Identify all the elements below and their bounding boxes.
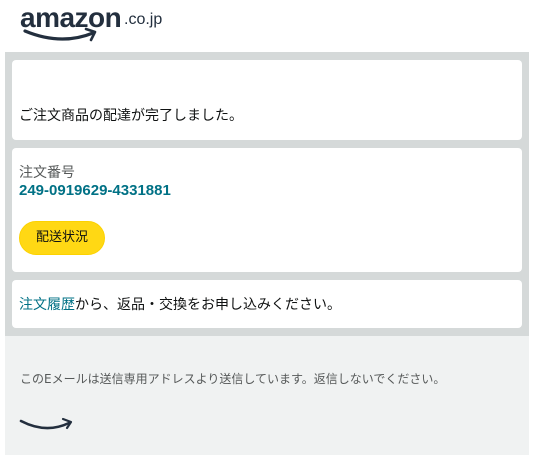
delivery-status-button[interactable]: 配送状況 [19,221,105,255]
header: amazon .co.jp [0,0,536,52]
no-reply-notice: このEメールは送信専用アドレスより送信しています。返信しないでください。 [20,372,446,386]
logo-domain-suffix: .co.jp [124,11,163,28]
order-number-label: 注文番号 [19,165,75,181]
amazon-smile-arrow-icon [23,27,97,42]
content-area: ご注文商品の配達が完了しました。 注文番号 249-0919629-433188… [5,52,529,336]
delivery-complete-message: ご注文商品の配達が完了しました。 [19,108,243,124]
return-instructions-text: から、返品・交換をお申し込みください。 [75,297,341,313]
return-instructions: 注文履歴から、返品・交換をお申し込みください。 [19,294,341,314]
email-container: amazon .co.jp ご注文商品の配達が完了しました。 注文番号 249-… [0,0,536,455]
delivery-card: ご注文商品の配達が完了しました。 [12,60,522,140]
order-number[interactable]: 249-0919629-4331881 [19,182,171,199]
footer: このEメールは送信専用アドレスより送信しています。返信しないでください。 [5,336,529,455]
return-card: 注文履歴から、返品・交換をお申し込みください。 [12,280,522,328]
order-history-link[interactable]: 注文履歴 [19,297,75,313]
amazon-smile-arrow-icon [19,417,73,430]
amazon-logo[interactable]: amazon .co.jp [20,4,170,44]
order-card: 注文番号 249-0919629-4331881 配送状況 [12,148,522,272]
